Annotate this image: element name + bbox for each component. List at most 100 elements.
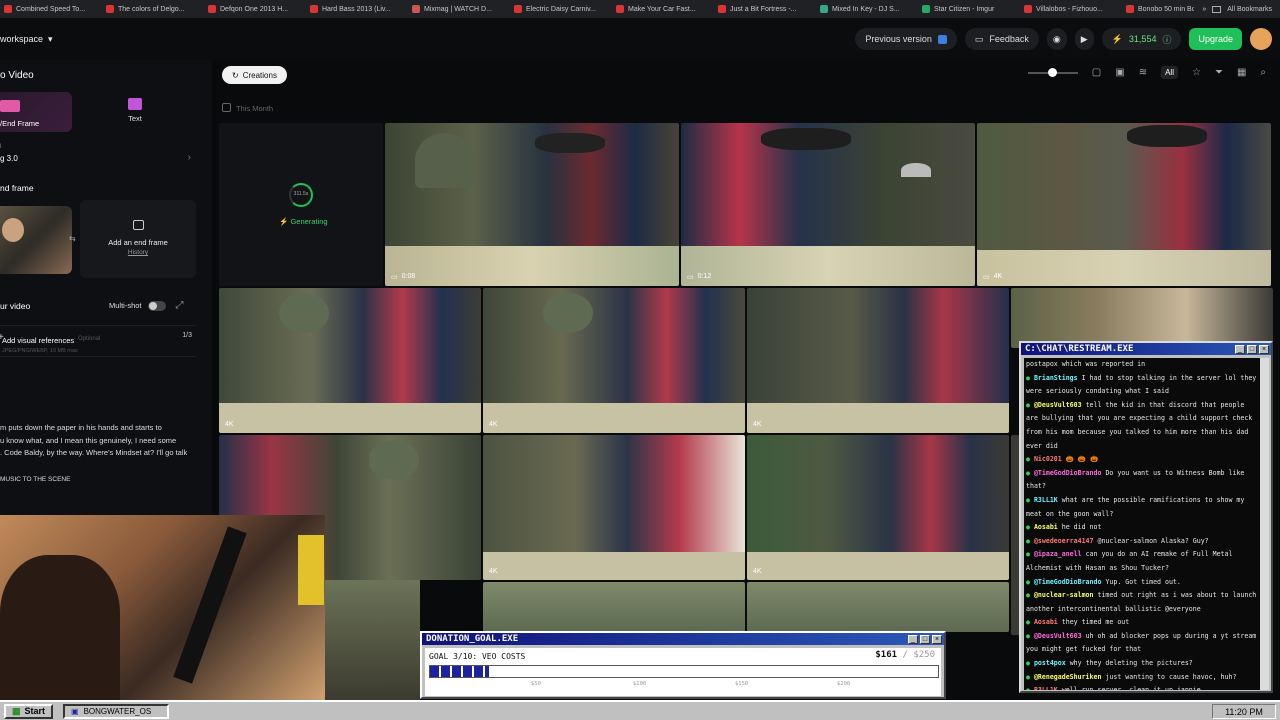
resolution-badge: 4K <box>489 568 498 575</box>
system-clock: 11:20 PM <box>1212 704 1276 719</box>
chat-message: postapox which was reported in <box>1026 358 1258 372</box>
bookmark-item[interactable]: Just a Bit Fortress -... <box>718 5 820 13</box>
video-thumbnail[interactable]: 4K <box>747 288 1009 433</box>
frames-heading: nd frame <box>0 183 34 193</box>
cowboy-hat <box>535 133 605 153</box>
generating-card: 311.5s ⚡ Generating <box>219 123 383 286</box>
chat-username: @TimeGodDioBrando <box>1033 577 1102 586</box>
prompt-line: MUSIC TO THE SCENE <box>0 475 71 483</box>
previous-version-button[interactable]: Previous version <box>855 28 957 50</box>
window-icon: ▣ <box>71 706 79 716</box>
youtube-button[interactable]: ▶ <box>1074 28 1094 50</box>
chat-username: R3LL1K <box>1034 686 1058 690</box>
chat-username: Nic0201 <box>1033 455 1062 464</box>
video-thumbnail[interactable] <box>483 582 745 632</box>
bookmark-item[interactable]: Mixmag | WATCH D... <box>412 5 514 13</box>
tab-start-end-frame[interactable]: /End Frame <box>0 92 72 132</box>
map-table <box>219 403 481 433</box>
video-thumbnail[interactable]: ▭ 0:12 <box>681 123 975 286</box>
figurine <box>298 535 324 605</box>
chat-username: BrianStings <box>1033 373 1078 382</box>
user-dot-icon: ● <box>1026 495 1034 504</box>
credits-display[interactable]: ⚡ 31,554 ⓘ <box>1101 28 1182 50</box>
bookmark-item[interactable]: Hard Bass 2013 (Liv... <box>310 5 412 13</box>
taskbar-item[interactable]: ▣ BONGWATER_OS <box>63 703 170 719</box>
swap-icon[interactable]: ⇆ <box>69 234 76 243</box>
chat-text: @nuclear-salmon Alaska? Guy? <box>1097 536 1209 545</box>
close-button[interactable]: × <box>1259 345 1269 354</box>
video-thumbnail[interactable]: 4K <box>219 288 481 433</box>
chat-scrollbar[interactable] <box>1260 358 1269 690</box>
map-table <box>977 250 1271 286</box>
bookmark-item[interactable]: The colors of Delgo... <box>106 5 208 13</box>
minimize-button[interactable]: _ <box>1235 345 1245 354</box>
star-icon[interactable]: ☆ <box>1192 67 1201 78</box>
chat-message: ● Aosabi they timed me out <box>1026 616 1258 630</box>
favicon-icon <box>820 5 828 13</box>
goal-label: GOAL 3/10: VEO COSTS <box>429 652 526 661</box>
grid-icon[interactable]: ▦ <box>1237 67 1246 78</box>
creations-dropdown[interactable]: ↻ Creations <box>222 66 287 84</box>
bookmark-label: Mixed In Key - DJ S... <box>832 5 900 13</box>
video-filter-icon[interactable]: ▣ <box>1115 67 1124 78</box>
bookmark-item[interactable]: Star Citizen - Imgur <box>922 5 1024 13</box>
multishot-toggle[interactable] <box>147 300 166 311</box>
expand-icon[interactable]: ⤢ <box>176 300 184 311</box>
video-thumbnail[interactable] <box>1011 288 1273 348</box>
visual-references-box[interactable]: + Add visual references Optional 1/3 JPE… <box>0 325 196 357</box>
video-thumbnail[interactable]: ▭ 0:08 <box>385 123 679 286</box>
end-frame-upload[interactable]: Add an end frame History <box>80 200 196 278</box>
audio-filter-icon[interactable]: ≋ <box>1139 67 1147 78</box>
image-filter-icon[interactable]: ▢ <box>1092 67 1101 78</box>
zoom-slider[interactable] <box>1027 67 1078 77</box>
bookmark-item[interactable]: Electric Daisy Carniv... <box>514 5 616 13</box>
avatar[interactable] <box>1250 28 1272 50</box>
discord-button[interactable]: ◉ <box>1046 28 1067 50</box>
chevron-right-icon: » <box>1202 5 1207 13</box>
search-icon[interactable]: ⌕ <box>1260 67 1266 78</box>
video-thumbnail[interactable] <box>747 582 1009 632</box>
video-icon: ▭ <box>983 274 990 281</box>
bookmark-item[interactable]: Combined Speed To... <box>4 5 106 13</box>
prompt-textarea[interactable]: m puts down the paper in his hands and s… <box>0 422 200 486</box>
video-thumbnail[interactable]: 4K <box>747 435 1009 580</box>
maximize-button[interactable]: □ <box>1247 345 1257 354</box>
workspace-selector[interactable]: workspace ▾ <box>0 34 53 45</box>
model-selector[interactable]: l g 3.0 › <box>0 144 195 174</box>
history-link[interactable]: History <box>80 249 196 256</box>
video-thumbnail[interactable]: 4K <box>483 435 745 580</box>
date-group-label: This Month <box>236 104 274 113</box>
upgrade-button[interactable]: Upgrade <box>1189 28 1242 50</box>
chat-message: ● Nic0201 🎃 🎃 🎃 <box>1026 453 1258 467</box>
caret-down-icon: ▾ <box>48 33 53 44</box>
start-button[interactable]: ▦ Start <box>4 703 54 719</box>
all-bookmarks-button[interactable]: » All Bookmarks <box>1194 0 1280 18</box>
bookmark-item[interactable]: Mixed In Key - DJ S... <box>820 5 922 13</box>
video-thumbnail[interactable]: 4K <box>483 288 745 433</box>
minimize-button[interactable]: _ <box>908 635 918 644</box>
start-frame-thumbnail[interactable] <box>0 206 72 274</box>
favicon-icon <box>310 5 318 13</box>
select-month-checkbox[interactable] <box>222 103 231 112</box>
chat-window: C:\CHAT\RESTREAM.EXE _ □ × postapox whic… <box>1019 341 1273 693</box>
video-thumbnail[interactable]: ▭ 4K <box>977 123 1271 286</box>
bookmark-label: Star Citizen - Imgur <box>934 5 995 13</box>
bookmark-item[interactable]: Villalobos - Fizhouo... <box>1024 5 1126 13</box>
tab-start-end-frame-label: /End Frame <box>0 119 40 128</box>
chat-message: ● @swedeoerra4147 @nuclear-salmon Alaska… <box>1026 535 1258 549</box>
tab-text[interactable]: Text <box>100 98 170 128</box>
generating-label: Generating <box>290 217 328 226</box>
bookmark-item[interactable]: Defqon One 2013 H... <box>208 5 310 13</box>
close-button[interactable]: × <box>932 635 942 644</box>
chat-text: he did not <box>1061 523 1102 532</box>
filter-icon[interactable]: ⏷ <box>1215 67 1223 78</box>
chat-message: ● @DeusVult603 tell the kid in that disc… <box>1026 399 1258 453</box>
donation-window: DONATION_GOAL.EXE _ □ × GOAL 3/10: VEO C… <box>420 631 946 699</box>
zoom-slider-handle[interactable] <box>1047 67 1057 77</box>
bookmark-item[interactable]: Make Your Car Fast... <box>616 5 718 13</box>
feedback-button[interactable]: ▭ Feedback <box>964 28 1039 50</box>
favicon-icon <box>1126 5 1134 13</box>
maximize-button[interactable]: □ <box>920 635 930 644</box>
all-filter-button[interactable]: All <box>1161 66 1178 79</box>
chat-text: just wanting to cause havoc, huh? <box>1105 672 1237 681</box>
